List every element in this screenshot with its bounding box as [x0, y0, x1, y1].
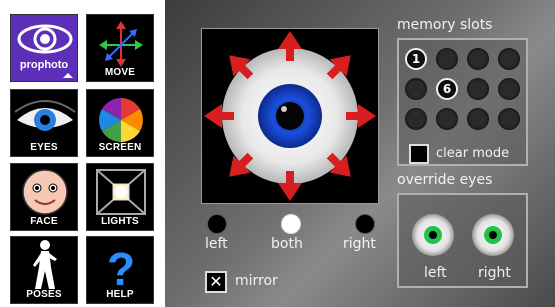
prophoto-logo-text: prophoto: [19, 59, 69, 71]
menu-triangle-icon: [63, 73, 73, 78]
help-question-icon: ?: [107, 243, 135, 293]
eye-target-selector: [205, 214, 377, 236]
color-wheel-icon: [99, 98, 143, 142]
help-button[interactable]: ? HELP: [86, 236, 154, 304]
mirror-label: mirror: [235, 273, 278, 289]
clear-mode-checkbox[interactable]: [409, 144, 429, 164]
override-eyes-box: left right: [397, 193, 528, 288]
target-right-label: right: [343, 236, 376, 252]
eyeball-preview: [204, 31, 376, 201]
eyes-control-panel: left both right ✕ mirror memory slots 1 …: [165, 0, 555, 307]
memory-slot[interactable]: [405, 78, 427, 100]
move-arrows-icon: [99, 21, 143, 67]
memory-slot[interactable]: [467, 108, 489, 130]
poses-label: POSES: [26, 289, 62, 300]
memory-slot-6[interactable]: 6: [436, 78, 458, 100]
memory-slot-1[interactable]: 1: [405, 48, 427, 70]
help-label: HELP: [106, 289, 134, 300]
lights-label: LIGHTS: [101, 216, 139, 227]
prophoto-menu-button[interactable]: prophoto: [10, 14, 78, 82]
override-eye-buttons: [412, 214, 514, 256]
memory-slot[interactable]: [467, 78, 489, 100]
target-both-radio[interactable]: [281, 214, 301, 234]
face-icon: [22, 169, 68, 215]
pose-figure-icon: [33, 240, 57, 289]
app-root: prophoto MOVE EYES SCREEN FACE LIGHTS PO…: [0, 0, 555, 307]
target-right-radio[interactable]: [355, 214, 375, 234]
move-label: MOVE: [104, 67, 136, 78]
memory-slot[interactable]: [498, 108, 520, 130]
svg-text:?: ?: [107, 243, 135, 293]
override-left-label: left: [424, 265, 447, 281]
eye-direction-control[interactable]: [201, 28, 379, 204]
screen-label: SCREEN: [98, 142, 142, 153]
override-left-eye-button[interactable]: [412, 214, 454, 256]
eye-icon: [14, 100, 76, 131]
face-label: FACE: [30, 216, 58, 227]
override-right-label: right: [478, 265, 511, 281]
target-left-label: left: [205, 236, 228, 252]
move-button[interactable]: MOVE: [86, 14, 154, 82]
override-eyes-title: override eyes: [397, 172, 493, 188]
eyes-button[interactable]: EYES: [10, 89, 78, 157]
prophoto-eye-icon: [17, 24, 73, 54]
memory-slot[interactable]: [467, 48, 489, 70]
poses-button[interactable]: POSES: [10, 236, 78, 304]
eyes-label: EYES: [30, 142, 58, 153]
override-right-eye-button[interactable]: [472, 214, 514, 256]
memory-slot[interactable]: [498, 48, 520, 70]
tool-palette: prophoto MOVE EYES SCREEN FACE LIGHTS PO…: [0, 0, 165, 307]
clear-mode-label: clear mode: [436, 146, 510, 161]
face-button[interactable]: FACE: [10, 163, 78, 231]
screen-button[interactable]: SCREEN: [86, 89, 154, 157]
memory-slots-title: memory slots: [397, 17, 493, 33]
lights-button[interactable]: LIGHTS: [86, 163, 154, 231]
mirror-checkbox[interactable]: ✕: [205, 271, 227, 293]
memory-slot[interactable]: [498, 78, 520, 100]
memory-slots-grid: 1 6 clear mode: [397, 38, 528, 166]
target-both-label: both: [271, 236, 303, 252]
light-icon: [96, 169, 146, 215]
target-left-radio[interactable]: [207, 214, 227, 234]
memory-slot[interactable]: [436, 108, 458, 130]
memory-slot[interactable]: [405, 108, 427, 130]
memory-slot[interactable]: [436, 48, 458, 70]
